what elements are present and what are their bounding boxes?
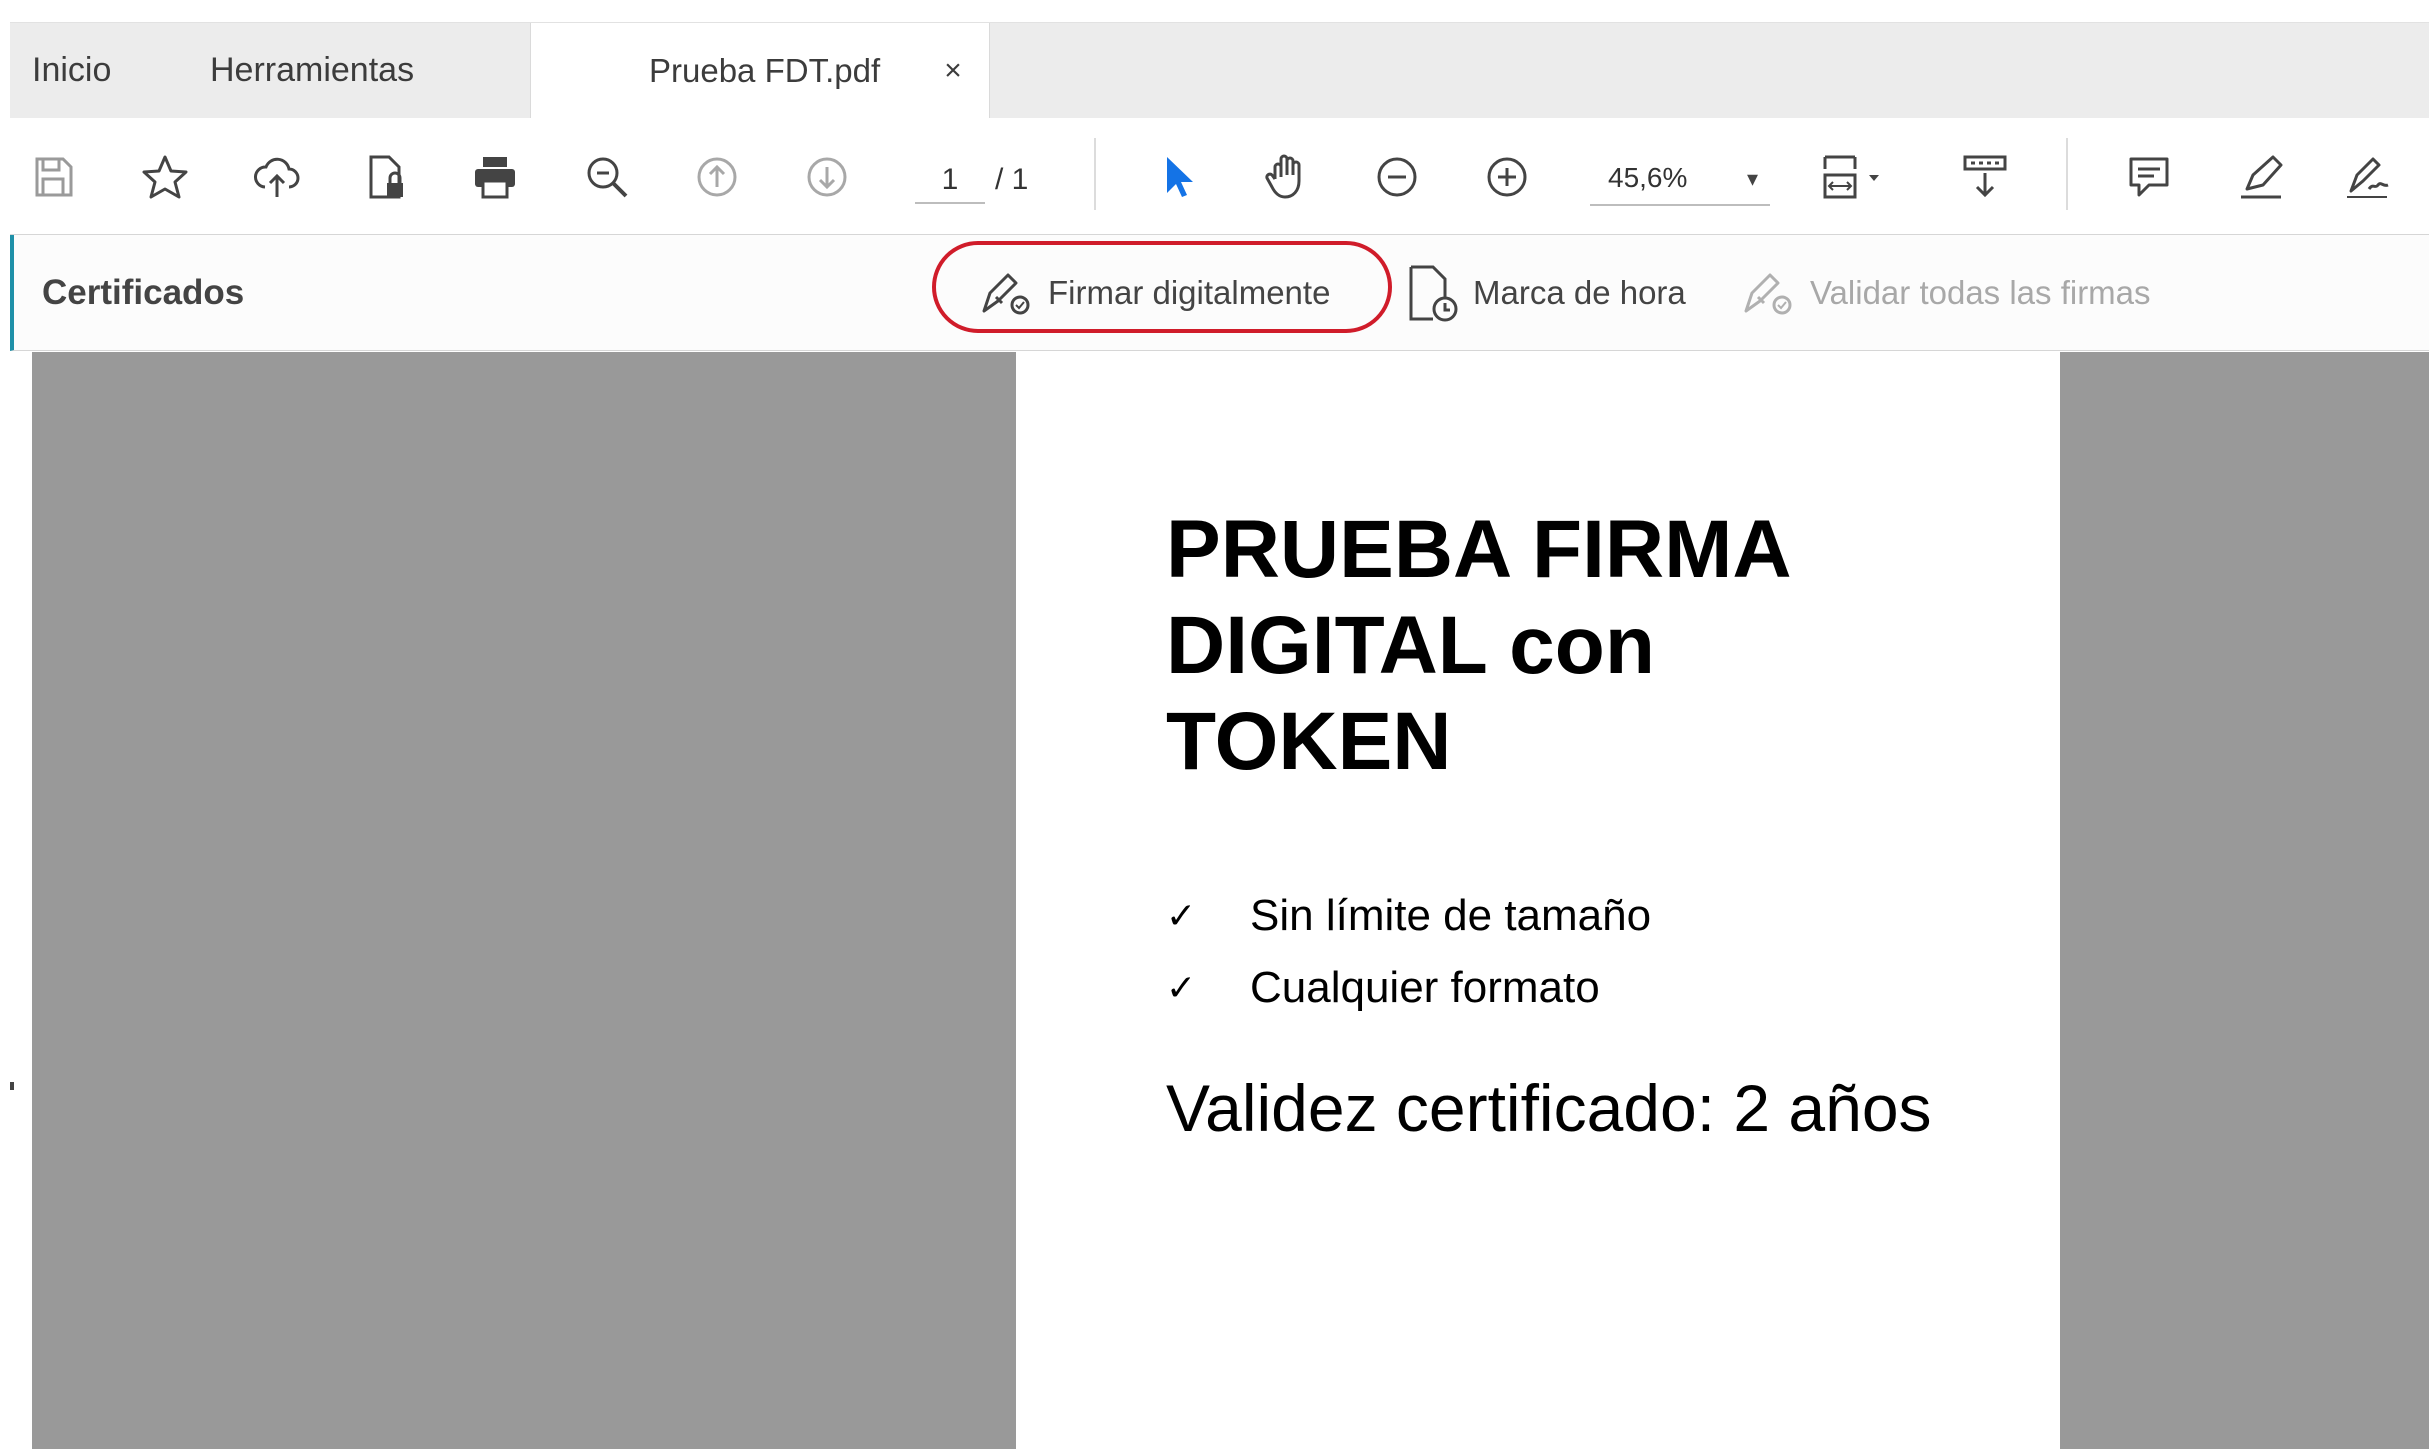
heading-line: PRUEBA FIRMA (1166, 504, 1792, 595)
fit-page-button[interactable] (1810, 146, 1900, 208)
page-number-input[interactable]: 1 (915, 158, 985, 204)
main-toolbar: 1 / 1 45,6% ▾ (10, 118, 2429, 235)
star-icon (142, 155, 188, 199)
close-tab-icon[interactable]: × (935, 53, 971, 89)
checkmark-icon: ✓ (1166, 967, 1197, 1009)
scroll-mode-icon (1963, 155, 2007, 198)
tab-document[interactable]: Prueba FDT.pdf × (530, 23, 990, 119)
certificates-title: Certificados (42, 273, 245, 312)
find-button[interactable] (576, 146, 638, 208)
tab-tools[interactable]: Herramientas (210, 23, 414, 118)
heading-line: TOKEN (1166, 696, 1452, 787)
validate-signatures-button[interactable]: Validar todas las firmas (1736, 235, 2151, 351)
zoom-level-value: 45,6% (1608, 162, 1688, 193)
fit-page-icon (1823, 155, 1879, 199)
acrobat-window: Inicio Herramientas Prueba FDT.pdf × 1 /… (0, 0, 2429, 1449)
page-down-icon (807, 157, 847, 197)
feature-list: ✓ Sin límite de tamaño ✓ Cualquier forma… (1166, 880, 1651, 1024)
protect-file-icon (369, 155, 403, 199)
print-icon (475, 157, 515, 199)
document-heading: PRUEBA FIRMA DIGITAL con TOKEN (1166, 502, 1986, 790)
select-arrow-icon (1167, 157, 1193, 197)
zoom-level-select[interactable]: 45,6% ▾ (1590, 156, 1770, 206)
timestamp-label: Marca de hora (1473, 274, 1686, 311)
comment-icon (2129, 157, 2169, 197)
timestamp-button[interactable]: Marca de hora (1399, 235, 1686, 351)
upload-cloud-icon (254, 157, 300, 197)
fill-sign-button[interactable] (2336, 146, 2398, 208)
digital-signature-icon (982, 273, 1030, 315)
checkmark-icon: ✓ (1166, 895, 1197, 937)
select-tool-button[interactable] (1146, 146, 1208, 208)
page-total-label: / 1 (995, 163, 1029, 196)
zoom-in-icon (1487, 157, 1527, 197)
zoom-in-button[interactable] (1476, 146, 1538, 208)
highlight-pen-icon (2241, 155, 2283, 199)
zoom-out-icon (1377, 157, 1417, 197)
zoom-out-button[interactable] (1366, 146, 1428, 208)
toolbar-divider (2066, 138, 2068, 210)
toolbar-divider (1094, 138, 1096, 210)
validate-signature-icon (1744, 273, 1792, 315)
validate-signatures-label: Validar todas las firmas (1810, 274, 2151, 311)
save-button[interactable] (22, 146, 84, 208)
list-item: ✓ Cualquier formato (1166, 952, 1651, 1024)
list-item: ✓ Sin límite de tamaño (1166, 880, 1651, 952)
sign-icon (2347, 157, 2389, 198)
tab-bar: Inicio Herramientas Prueba FDT.pdf × (10, 22, 2429, 119)
tab-tools-label: Herramientas (210, 51, 415, 89)
hand-tool-icon (1265, 154, 1301, 199)
certificate-validity-text: Validez certificado: 2 años (1166, 1071, 1932, 1145)
page-up-icon (697, 157, 737, 197)
left-panel-toggle-icon[interactable] (10, 1082, 14, 1090)
sign-digitally-label: Firmar digitalmente (1048, 274, 1331, 311)
bookmark-star-button[interactable] (134, 146, 196, 208)
sign-digitally-button[interactable]: Firmar digitalmente (974, 235, 1330, 351)
zoom-search-icon (587, 157, 628, 198)
protect-file-button[interactable] (354, 146, 416, 208)
hand-tool-button[interactable] (1256, 146, 1318, 208)
tab-document-label: Prueba FDT.pdf (649, 52, 881, 89)
timestamp-clock-icon (1409, 265, 1458, 322)
certificates-toolbar: Certificados Firmar digitalmente Marca d… (10, 235, 2429, 351)
next-page-button[interactable] (796, 146, 858, 208)
print-button[interactable] (464, 146, 526, 208)
previous-page-button[interactable] (686, 146, 748, 208)
pdf-page: PRUEBA FIRMA DIGITAL con TOKEN ✓ Sin lím… (1016, 352, 2060, 1449)
upload-button[interactable] (246, 146, 308, 208)
tab-home[interactable]: Inicio (32, 23, 111, 118)
tab-home-label: Inicio (32, 51, 112, 89)
highlight-button[interactable] (2230, 146, 2292, 208)
save-icon (35, 157, 73, 197)
chevron-down-icon: ▾ (1746, 166, 1758, 191)
heading-line: DIGITAL con (1166, 600, 1655, 691)
left-panel-strip[interactable] (10, 352, 32, 1449)
comment-button[interactable] (2118, 146, 2180, 208)
window-left-edge (0, 0, 10, 1449)
scroll-mode-button[interactable] (1954, 146, 2016, 208)
list-item-text: Sin límite de tamaño (1250, 891, 1652, 940)
list-item-text: Cualquier formato (1250, 963, 1600, 1012)
